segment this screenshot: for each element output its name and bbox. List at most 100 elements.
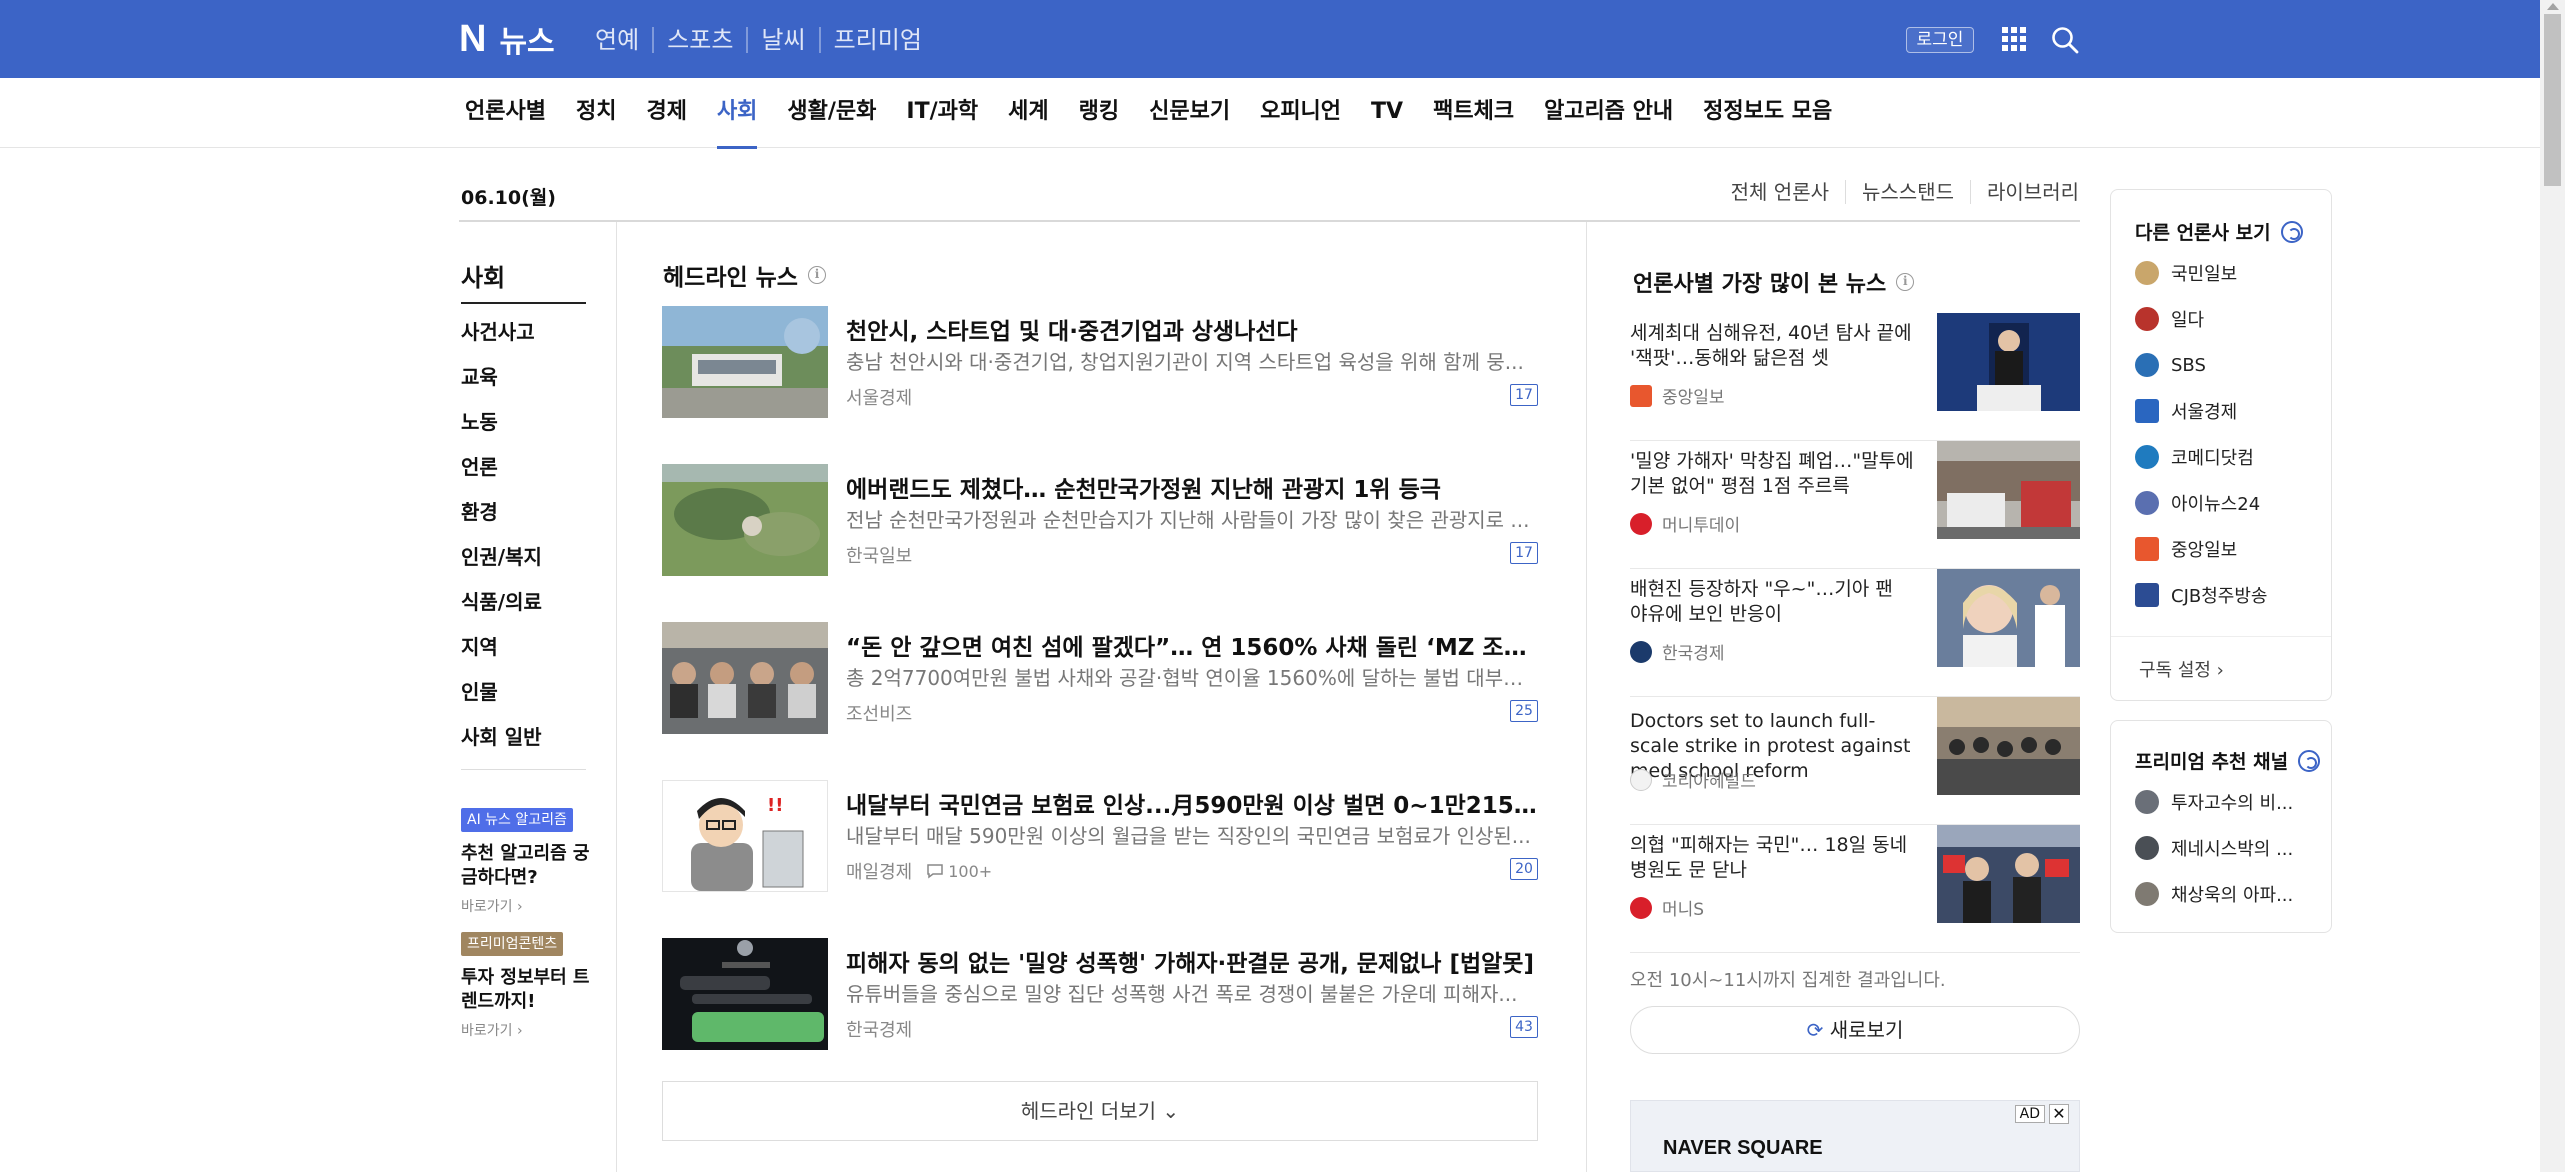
cat-economy[interactable]: 경제 — [631, 78, 701, 148]
mv-thumbnail[interactable] — [1937, 313, 2080, 411]
headline-item[interactable]: “돈 안 갚으면 여친 섬에 팔겠다”… 연 1560% 사채 돌린 ‘MZ 조… — [662, 622, 1538, 737]
news-source[interactable]: 서울경제 — [846, 384, 912, 410]
news-thumbnail[interactable] — [662, 464, 828, 576]
headline-item[interactable]: 에버랜드도 제쳤다… 순천만국가정원 지난해 관광지 1위 등극 전남 순천만국… — [662, 464, 1538, 579]
news-thumbnail[interactable] — [662, 938, 828, 1050]
search-icon[interactable] — [2050, 25, 2080, 55]
cat-opinion[interactable]: 오피니언 — [1245, 78, 1356, 148]
premium-channel-item[interactable]: 제네시스박의 ... — [2135, 825, 2293, 871]
subcat-welfare[interactable]: 인권/복지 — [461, 539, 542, 584]
most-viewed-item[interactable]: Doctors set to launch full-scale strike … — [1630, 697, 2080, 825]
premium-promo-link[interactable]: 바로가기 › — [461, 1020, 523, 1040]
refresh-icon[interactable] — [2280, 220, 2303, 243]
mv-source[interactable]: 코리아헤럴드 — [1662, 767, 1756, 792]
news-source[interactable]: 한국일보 — [846, 542, 912, 568]
headline-item[interactable]: !! 내달부터 국민연금 보험료 인상...月590만원 이상 벌면 0~1만2… — [662, 780, 1538, 895]
cat-newspaper[interactable]: 신문보기 — [1134, 78, 1245, 148]
top-nav-weather[interactable]: 날씨 — [746, 27, 818, 53]
news-summary[interactable]: 충남 천안시와 대·중견기업, 창업지원기관이 지역 스타트업 육성을 위해 함… — [846, 346, 1538, 375]
subcat-media[interactable]: 언론 — [461, 449, 542, 494]
mv-thumbnail[interactable] — [1937, 441, 2080, 539]
news-source[interactable]: 조선비즈 — [846, 700, 912, 726]
subcat-food-medical[interactable]: 식품/의료 — [461, 584, 542, 629]
comment-count[interactable]: 100+ — [926, 862, 992, 881]
ad-banner[interactable]: AD ✕ NAVER SQUARE — [1630, 1100, 2080, 1172]
press-item[interactable]: 일다 — [2135, 296, 2267, 342]
subscribe-settings-link[interactable]: 구독 설정 › — [2139, 656, 2224, 682]
news-title[interactable]: “돈 안 갚으면 여친 섬에 팔겠다”… 연 1560% 사채 돌린 ‘MZ 조… — [846, 628, 1538, 662]
top-nav-premium[interactable]: 프리미엄 — [818, 27, 935, 53]
logo-text[interactable]: 뉴스 — [499, 17, 554, 61]
related-count-badge[interactable]: 17 — [1510, 542, 1538, 564]
related-count-badge[interactable]: 17 — [1510, 384, 1538, 406]
subcat-labor[interactable]: 노동 — [461, 404, 542, 449]
cat-tv[interactable]: TV — [1356, 78, 1418, 148]
ai-promo-text[interactable]: 추천 알고리즘 궁금하다면? — [461, 842, 591, 890]
cat-press[interactable]: 언론사별 — [450, 78, 561, 148]
most-viewed-item[interactable]: '밀양 가해자' 막창집 폐업…"말투에 기본 없어" 평점 1점 주르륵 머니… — [1630, 441, 2080, 569]
mv-source[interactable]: 머니S — [1662, 895, 1704, 920]
subcat-region[interactable]: 지역 — [461, 629, 542, 674]
naver-news-logo[interactable]: N 뉴스 — [459, 17, 555, 61]
subcat-people[interactable]: 인물 — [461, 674, 542, 719]
premium-promo-text[interactable]: 투자 정보부터 트렌드까지! — [461, 966, 591, 1014]
mv-title[interactable]: 세계최대 심해유전, 40년 탐사 끝에 '잭팟'…동해와 닮은점 셋 — [1630, 321, 1915, 371]
info-icon[interactable]: i — [1896, 273, 1915, 291]
mv-source[interactable]: 중앙일보 — [1662, 383, 1725, 408]
news-summary[interactable]: 총 2억7700여만원 불법 사채와 공갈·협박 연이율 1560%에 달하는 … — [846, 662, 1538, 691]
related-count-badge[interactable]: 25 — [1510, 700, 1538, 722]
news-title[interactable]: 피해자 동의 없는 '밀양 성폭행' 가해자·판결문 공개, 문제없나 [법알못… — [846, 944, 1538, 978]
top-nav-sports[interactable]: 스포츠 — [652, 27, 746, 53]
cat-it-science[interactable]: IT/과학 — [891, 78, 993, 148]
mv-source[interactable]: 머니투데이 — [1662, 511, 1740, 536]
mv-thumbnail[interactable] — [1937, 825, 2080, 923]
cat-world[interactable]: 세계 — [993, 78, 1063, 148]
cat-society[interactable]: 사회 — [702, 78, 772, 149]
press-item[interactable]: 서울경제 — [2135, 388, 2267, 434]
info-icon[interactable]: i — [807, 266, 826, 284]
news-thumbnail[interactable]: !! — [662, 780, 828, 892]
related-count-badge[interactable]: 20 — [1510, 858, 1538, 880]
news-title[interactable]: 에버랜드도 제쳤다… 순천만국가정원 지난해 관광지 1위 등극 — [846, 470, 1538, 504]
login-button[interactable]: 로그인 — [1906, 27, 1974, 53]
mv-thumbnail[interactable] — [1937, 569, 2080, 667]
premium-channel-item[interactable]: 투자고수의 비... — [2135, 779, 2293, 825]
headline-more-button[interactable]: 헤드라인 더보기 ⌄ — [662, 1081, 1538, 1141]
press-item[interactable]: 국민일보 — [2135, 250, 2267, 296]
mv-thumbnail[interactable] — [1937, 697, 2080, 795]
apps-grid-icon[interactable] — [2002, 27, 2026, 51]
cat-ranking[interactable]: 랭킹 — [1064, 78, 1134, 148]
cat-factcheck[interactable]: 팩트체크 — [1418, 78, 1529, 148]
news-source[interactable]: 매일경제 — [846, 858, 912, 884]
page-scrollbar[interactable] — [2540, 0, 2565, 1172]
subcat-accidents[interactable]: 사건사고 — [461, 314, 542, 359]
cat-corrections[interactable]: 정정보도 모음 — [1688, 78, 1847, 148]
press-item[interactable]: SBS — [2135, 342, 2267, 388]
press-item[interactable]: CJB청주방송 — [2135, 572, 2267, 618]
cat-life-culture[interactable]: 생활/문화 — [772, 78, 891, 148]
news-source[interactable]: 한국경제 — [846, 1016, 912, 1042]
mv-title[interactable]: '밀양 가해자' 막창집 폐업…"말투에 기본 없어" 평점 1점 주르륵 — [1630, 449, 1915, 499]
most-viewed-item[interactable]: 세계최대 심해유전, 40년 탐사 끝에 '잭팟'…동해와 닮은점 셋 중앙일보 — [1630, 313, 2080, 441]
press-item[interactable]: 중앙일보 — [2135, 526, 2267, 572]
news-title[interactable]: 내달부터 국민연금 보험료 인상...月590만원 이상 벌면 0~1만2150… — [846, 786, 1538, 820]
subcat-education[interactable]: 교육 — [461, 359, 542, 404]
most-viewed-item[interactable]: 배현진 등장하자 "우~"…기아 팬 야유에 보인 반응이 한국경제 — [1630, 569, 2080, 697]
scrollbar-thumb[interactable] — [2544, 14, 2561, 186]
mv-title[interactable]: 배현진 등장하자 "우~"…기아 팬 야유에 보인 반응이 — [1630, 577, 1915, 627]
newsstand-link[interactable]: 뉴스스탠드 — [1845, 180, 1970, 204]
news-summary[interactable]: 유튜버들을 중심으로 밀양 집단 성폭행 사건 폭로 경쟁이 불붙은 가운데 피… — [846, 978, 1538, 1007]
subcat-general[interactable]: 사회 일반 — [461, 719, 542, 764]
cat-politics[interactable]: 정치 — [561, 78, 631, 148]
news-summary[interactable]: 내달부터 매달 590만원 이상의 월급을 받는 직장인의 국민연금 보험료가 … — [846, 820, 1538, 849]
mv-source[interactable]: 한국경제 — [1662, 639, 1725, 664]
mv-title[interactable]: 의협 "피해자는 국민"… 18일 동네병원도 문 닫나 — [1630, 833, 1915, 883]
news-thumbnail[interactable] — [662, 622, 828, 734]
press-item[interactable]: 코메디닷컴 — [2135, 434, 2267, 480]
logo-n[interactable]: N — [459, 18, 486, 61]
most-viewed-item[interactable]: 의협 "피해자는 국민"… 18일 동네병원도 문 닫나 머니S — [1630, 825, 2080, 953]
refresh-button[interactable]: ⟳ 새로보기 — [1630, 1006, 2080, 1054]
news-title[interactable]: 천안시, 스타트업 및 대·중견기업과 상생나선다 — [846, 312, 1538, 346]
close-icon[interactable]: ✕ — [2049, 1104, 2069, 1124]
ai-promo-link[interactable]: 바로가기 › — [461, 896, 523, 916]
